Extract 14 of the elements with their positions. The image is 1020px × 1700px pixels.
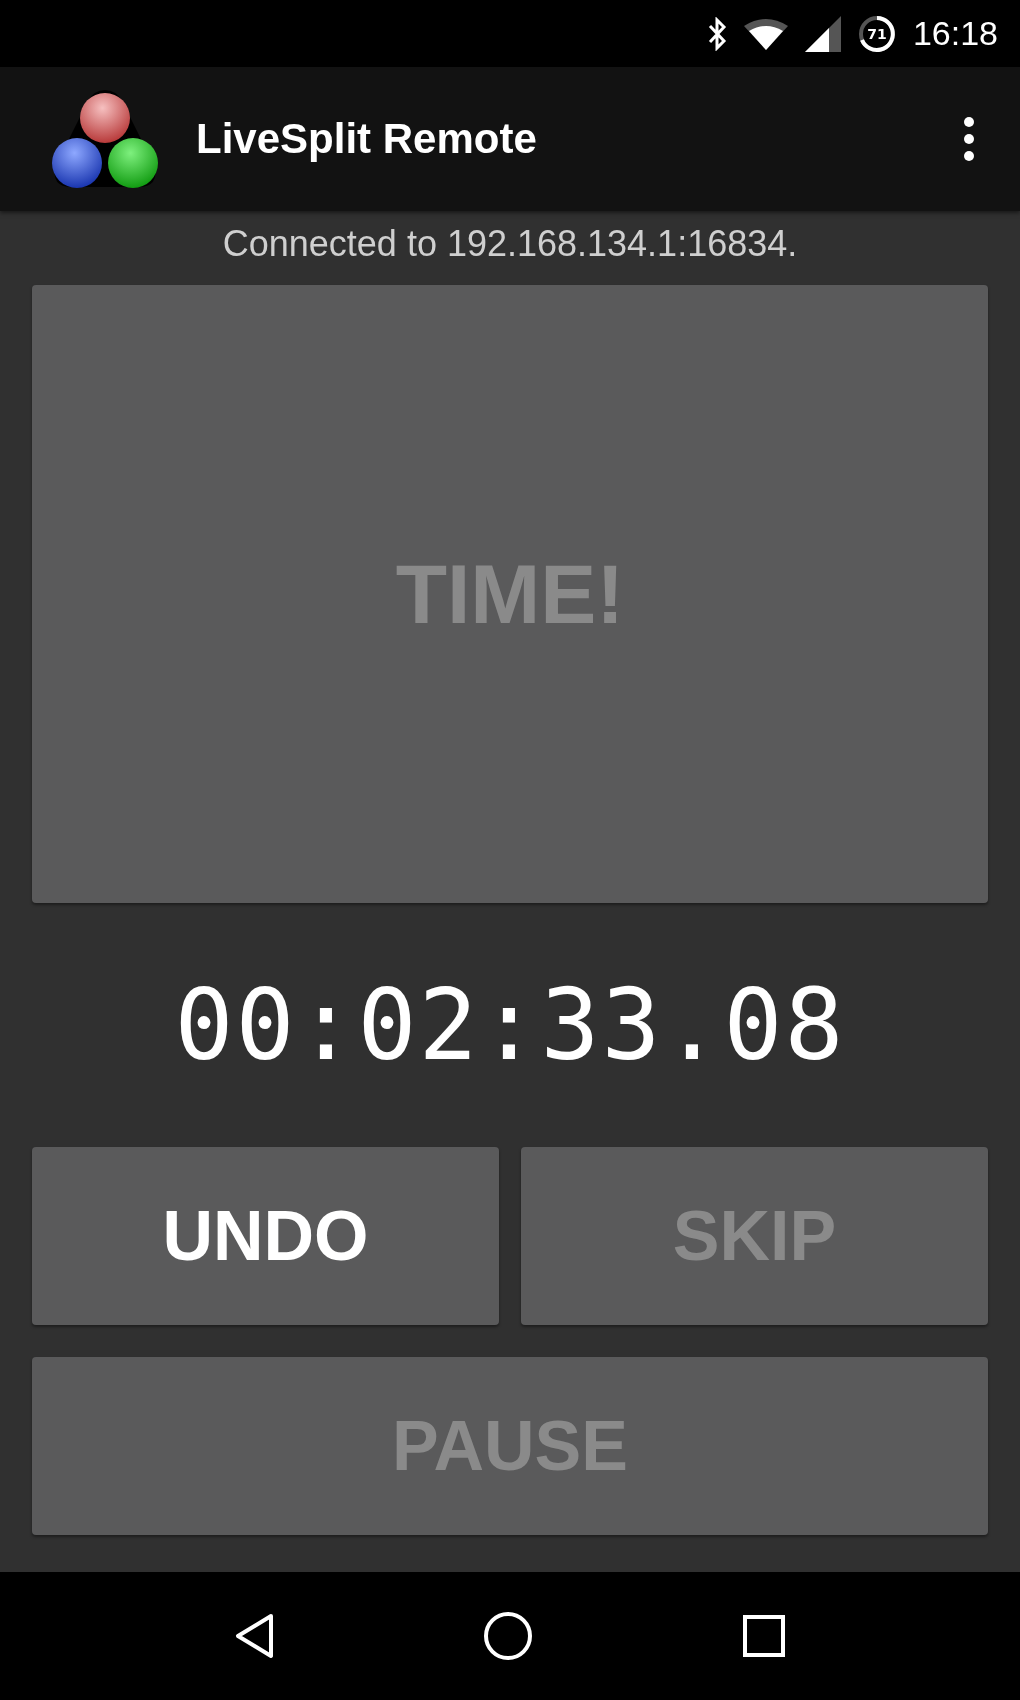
overflow-menu-icon <box>964 117 974 161</box>
wifi-icon <box>742 17 789 50</box>
app-logo-icon <box>50 87 160 191</box>
timer-display: 00:02:33.08 <box>173 967 847 1084</box>
clock: 16:18 <box>912 14 998 53</box>
control-button[interactable]: UNDO <box>32 1147 499 1325</box>
battery-level: 71 <box>866 24 888 44</box>
home-icon[interactable] <box>483 1611 533 1661</box>
back-icon[interactable] <box>234 1613 275 1659</box>
connection-status: Connected to 192.168.134.1:16834. <box>221 223 799 265</box>
app-title: LiveSplit Remote <box>196 115 538 163</box>
bluetooth-icon <box>706 16 727 51</box>
recents-icon[interactable] <box>741 1614 786 1658</box>
signal-icon <box>804 15 841 52</box>
